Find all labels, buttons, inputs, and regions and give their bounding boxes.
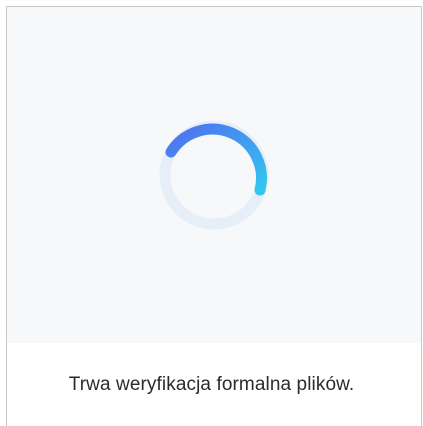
status-message: Trwa weryfikacja formalna plików. (68, 374, 355, 395)
loading-panel (7, 7, 421, 343)
spinner-arc (165, 123, 267, 196)
loading-spinner-icon (159, 120, 269, 230)
